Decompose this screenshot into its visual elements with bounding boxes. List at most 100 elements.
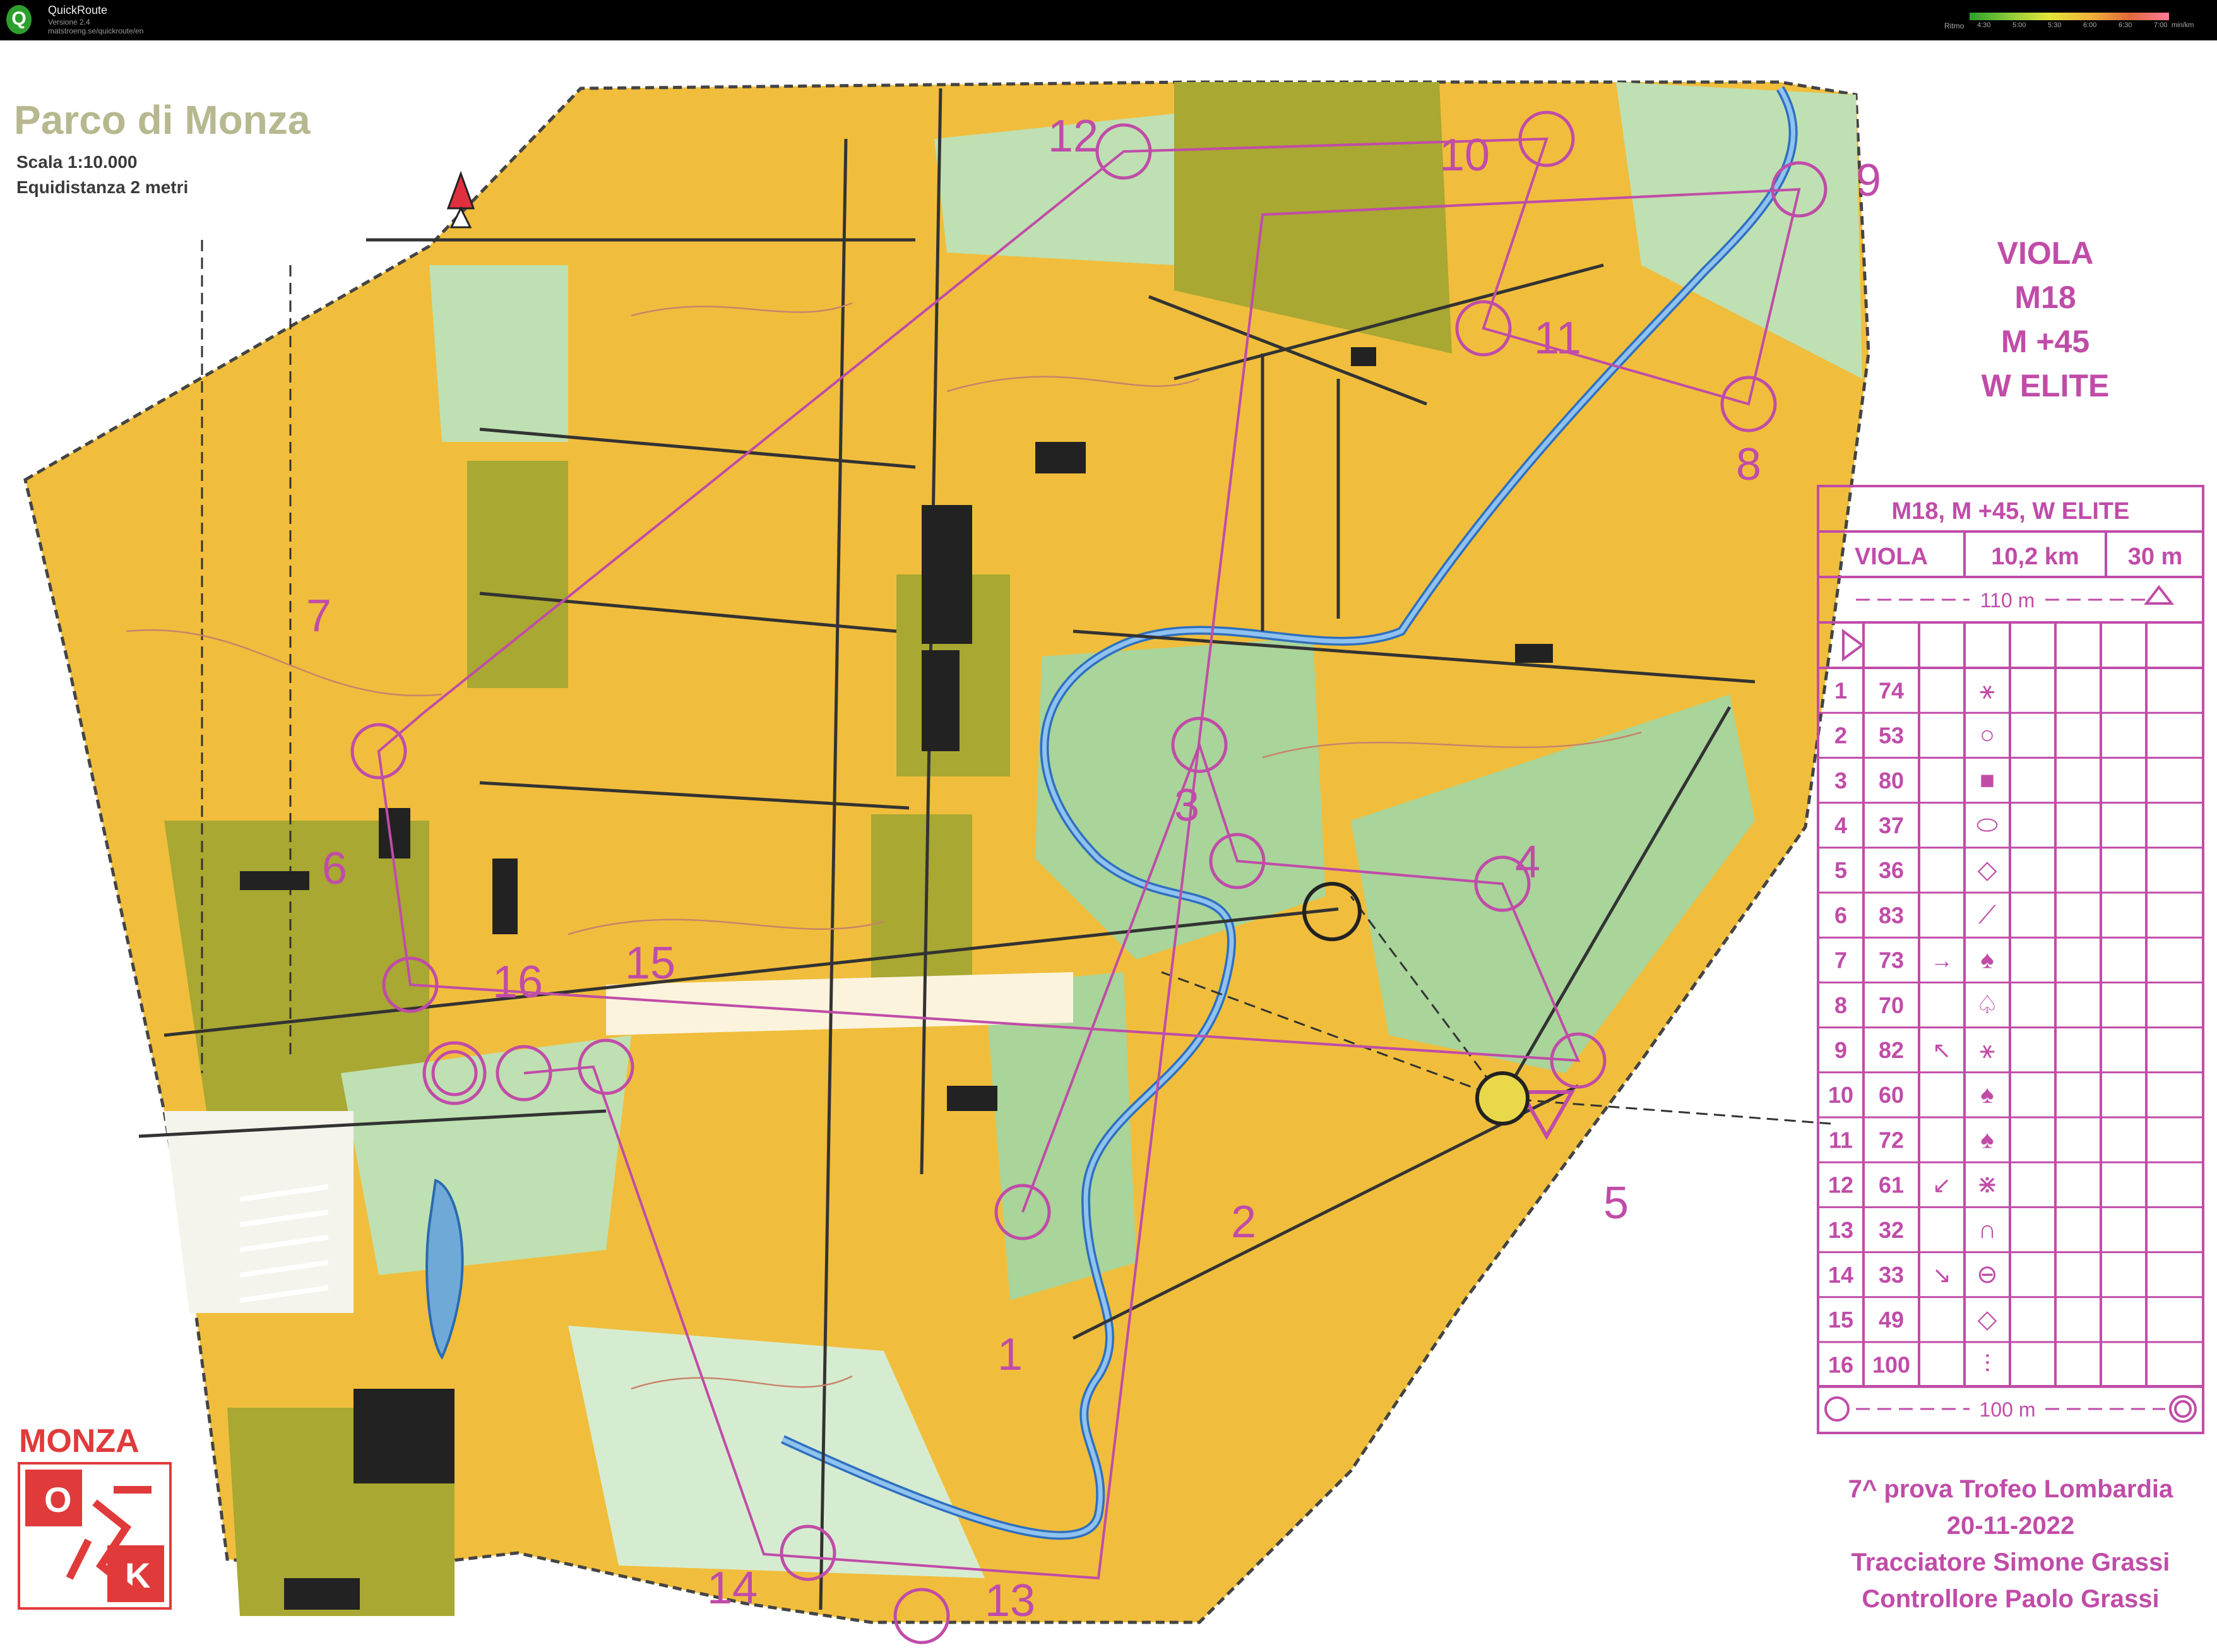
control-label-6: 6	[322, 843, 347, 894]
course-name-line: W ELITE	[1982, 368, 2110, 403]
pace-unit: min/km	[2172, 21, 2194, 29]
description-number: 12	[1828, 1172, 1853, 1198]
description-start-distance: 110 m	[1980, 589, 2035, 612]
description-code: 37	[1879, 812, 1904, 838]
description-code: 73	[1879, 948, 1904, 973]
description-number: 5	[1834, 857, 1847, 883]
description-feature-symbol: ⚹	[1980, 1036, 1995, 1064]
description-feature-symbol: ⊖	[1976, 1261, 1998, 1288]
forest-area	[429, 265, 568, 442]
description-number: 16	[1828, 1352, 1853, 1377]
map-title: Parco di Monza	[14, 97, 311, 143]
course-name-line: M18	[2014, 280, 2076, 315]
event-controller: Controllore Paolo Grassi	[1862, 1585, 2159, 1613]
control-label-3: 3	[1174, 780, 1199, 831]
description-feature-symbol: ♠	[1980, 1081, 1994, 1108]
description-direction: ↘	[1932, 1262, 1951, 1288]
app-version: Versione 2.4	[48, 18, 90, 27]
control-label-10: 10	[1439, 130, 1490, 181]
description-code: 100	[1872, 1352, 1910, 1377]
description-code: 83	[1879, 902, 1904, 928]
description-code: 60	[1879, 1082, 1904, 1108]
control-label-2: 2	[1231, 1197, 1256, 1247]
central-roundabout	[1475, 1071, 1530, 1126]
pace-tick: 7:00	[2154, 21, 2168, 29]
description-feature-symbol: ⟋	[1978, 901, 1996, 929]
description-number: 7	[1834, 948, 1847, 973]
description-number: 11	[1829, 1127, 1853, 1153]
description-direction: →	[1930, 948, 1953, 973]
control-label-12: 12	[1048, 111, 1098, 162]
description-number: 8	[1834, 992, 1847, 1018]
pace-tick: 6:00	[2083, 21, 2097, 29]
club-name: MONZA	[19, 1423, 140, 1459]
orienteering-map[interactable]: 1 2 3 4 5 6 7 8 9 10 11 12 13 14 15 16 P…	[0, 40, 2217, 1652]
control-label-7: 7	[306, 591, 331, 641]
description-code: 80	[1879, 768, 1904, 793]
pace-tick: 5:30	[2048, 21, 2062, 29]
vegetation-area	[467, 461, 568, 688]
description-feature-symbol: ◇	[1978, 856, 1997, 884]
pace-legend-label: Ritmo	[1944, 21, 1964, 30]
description-feature-symbol: ♠	[1980, 946, 1994, 974]
course-name-line: VIOLA	[1997, 235, 2094, 271]
description-feature-symbol: ○	[1980, 722, 1995, 749]
map-scale: Scala 1:10.000	[16, 152, 138, 172]
description-code: 61	[1879, 1172, 1904, 1198]
pace-tick: 5:00	[2012, 21, 2026, 29]
description-feature-symbol: ⫶	[1984, 1350, 1990, 1378]
event-date: 20-11-2022	[1947, 1512, 2074, 1540]
description-course: VIOLA	[1855, 544, 1928, 570]
description-code: 72	[1879, 1127, 1904, 1153]
description-feature-symbol: ♤	[1976, 991, 1999, 1019]
description-number: 10	[1828, 1082, 1853, 1108]
description-code: 33	[1879, 1262, 1904, 1288]
control-label-14: 14	[707, 1563, 758, 1613]
description-feature-symbol: ♠	[1980, 1126, 1994, 1153]
description-feature-symbol: ⬭	[1976, 811, 1998, 839]
pace-legend: Ritmo 4:30 5:00 5:30 6:00 6:30 7:00 min/…	[1944, 9, 2209, 33]
description-feature-symbol: ◇	[1978, 1305, 1997, 1333]
description-code: 53	[1879, 723, 1904, 749]
map-contour-interval: Equidistanza 2 metri	[16, 177, 188, 197]
description-direction: ↖	[1932, 1037, 1951, 1063]
description-feature-symbol: ⚹	[1980, 676, 1995, 704]
control-label-15: 15	[625, 938, 675, 989]
description-direction: ↙	[1932, 1172, 1951, 1198]
description-number: 4	[1834, 812, 1847, 838]
control-label-1: 1	[997, 1329, 1023, 1380]
description-number: 2	[1834, 723, 1847, 749]
event-title: 7^ prova Trofeo Lombardia	[1848, 1475, 2173, 1503]
description-number: 6	[1834, 902, 1847, 928]
description-number: 9	[1834, 1037, 1847, 1063]
app-titlebar: Q QuickRoute Versione 2.4 matstroeng.se/…	[0, 0, 2217, 40]
club-logo-letter: O	[44, 1480, 72, 1519]
description-code: 49	[1879, 1307, 1904, 1333]
control-label-5: 5	[1603, 1178, 1629, 1228]
event-planner: Tracciatore Simone Grassi	[1851, 1548, 2170, 1576]
description-length: 10,2 km	[1991, 544, 2079, 570]
description-code: 82	[1879, 1037, 1904, 1063]
app-url: matstroeng.se/quickroute/en	[48, 27, 144, 35]
description-number: 14	[1828, 1262, 1853, 1288]
control-label-16: 16	[492, 957, 543, 1007]
description-feature-symbol: ∩	[1978, 1216, 1997, 1244]
description-code: 70	[1879, 992, 1904, 1018]
description-number: 13	[1828, 1217, 1853, 1243]
pace-tick: 6:30	[2119, 21, 2132, 29]
description-header: M18, M +45, W ELITE	[1892, 498, 2130, 525]
description-feature-symbol: ⋇	[1976, 1171, 1998, 1199]
description-number: 3	[1834, 768, 1847, 793]
control-label-11: 11	[1534, 313, 1581, 364]
app-name: QuickRoute	[48, 4, 108, 16]
quickroute-logo-icon: Q	[6, 5, 32, 34]
pace-tick: 4:30	[1977, 21, 1991, 29]
control-label-9: 9	[1856, 155, 1881, 206]
control-label-8: 8	[1736, 439, 1761, 490]
description-code: 36	[1879, 857, 1904, 883]
description-finish-distance: 100 m	[1980, 1398, 2036, 1421]
description-code: 74	[1879, 677, 1904, 703]
description-number: 15	[1828, 1307, 1853, 1333]
pace-color-bar	[1970, 13, 2169, 20]
description-feature-symbol: ■	[1980, 766, 1995, 794]
